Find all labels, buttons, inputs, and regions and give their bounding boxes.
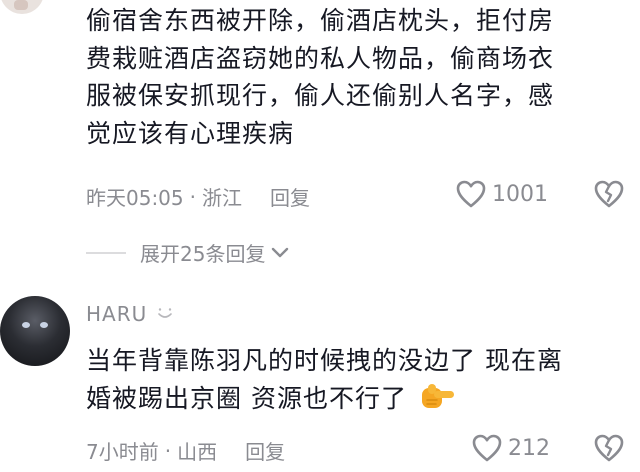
comment-line: 觉应该有心理疾病 bbox=[86, 118, 295, 148]
separator-dot: · bbox=[189, 184, 196, 209]
comment-line: 费栽赃酒店盗窃她的私人物品，偷商场衣 bbox=[86, 43, 555, 73]
username-text: HARU bbox=[86, 302, 148, 326]
divider-line bbox=[86, 251, 126, 254]
comment-line: 偷宿舍东西被开除，偷酒店枕头，拒付房 bbox=[86, 6, 555, 35]
comment-location: 浙江 bbox=[202, 186, 242, 210]
comment-time: 昨天05:05 bbox=[86, 186, 184, 210]
heart-icon bbox=[456, 180, 486, 208]
like-count: 212 bbox=[508, 435, 550, 461]
avatar[interactable] bbox=[0, 296, 70, 366]
dislike-button[interactable] bbox=[594, 434, 624, 466]
comment-line: 当年背靠陈羽凡的时候拽的没边了 现在离 bbox=[86, 346, 563, 375]
comment-line: 婚被踢出京圈 资源也不行了 bbox=[86, 380, 626, 418]
comment-meta: 7小时前 · 山西 回复 bbox=[86, 436, 285, 465]
reply-button[interactable]: 回复 bbox=[245, 436, 285, 465]
comment-meta: 昨天05:05 · 浙江 回复 bbox=[86, 182, 310, 211]
comment-text: 偷宿舍东西被开除，偷酒店枕头，拒付房 费栽赃酒店盗窃她的私人物品，偷商场衣 服被… bbox=[86, 2, 626, 152]
broken-heart-icon bbox=[594, 180, 624, 208]
like-button[interactable]: 212 bbox=[472, 434, 550, 462]
expand-replies-button[interactable]: 展开25条回复 bbox=[86, 238, 289, 267]
broken-heart-icon bbox=[594, 434, 624, 462]
like-count: 1001 bbox=[492, 181, 548, 207]
comment-line: 服被保安抓现行，偷人还偷别人名字，感 bbox=[86, 81, 555, 110]
expand-replies-label: 展开25条回复 bbox=[140, 242, 266, 266]
username[interactable]: HARU bbox=[86, 302, 175, 326]
pointing-hand-emoji bbox=[421, 383, 454, 408]
reply-button[interactable]: 回复 bbox=[270, 182, 310, 211]
comment-time: 7小时前 bbox=[86, 440, 159, 464]
comment-line-text: 婚被踢出京圈 资源也不行了 bbox=[86, 383, 407, 413]
chevron-down-icon bbox=[272, 247, 289, 257]
avatar[interactable] bbox=[0, 0, 44, 14]
heart-icon bbox=[472, 434, 502, 462]
smile-icon bbox=[157, 308, 172, 318]
dislike-button[interactable] bbox=[594, 180, 624, 212]
comment-location: 山西 bbox=[177, 440, 218, 464]
comment-text: 当年背靠陈羽凡的时候拽的没边了 现在离 婚被踢出京圈 资源也不行了 bbox=[86, 342, 626, 417]
separator-dot: · bbox=[164, 438, 172, 463]
like-button[interactable]: 1001 bbox=[456, 180, 548, 208]
